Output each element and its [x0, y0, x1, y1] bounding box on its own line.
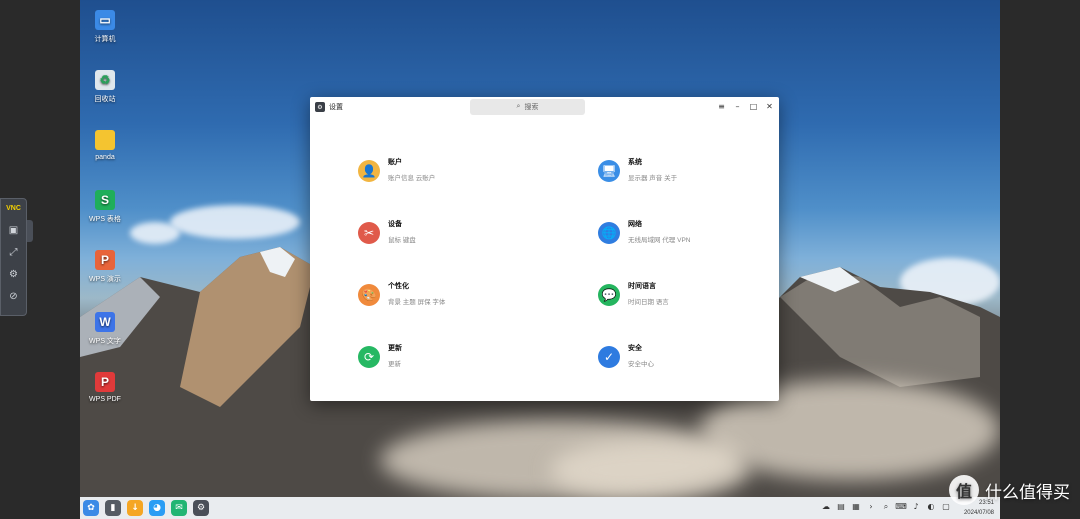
category-update[interactable]: ⟳ 更新 更新 — [358, 343, 558, 383]
system-icon: 🖥 — [598, 160, 620, 182]
desktop-icon-wps-pdf[interactable]: P WPS PDF — [75, 372, 135, 403]
volume-icon[interactable]: ♪ — [910, 502, 922, 511]
app-store-icon[interactable]: ↓ — [127, 500, 143, 516]
start-menu-icon[interactable]: ✿ — [83, 500, 99, 516]
account-icon: 👤 — [358, 160, 380, 182]
minimize-button[interactable]: – — [731, 100, 744, 113]
clipboard-icon[interactable]: ▤ — [835, 502, 847, 511]
category-subtitle: 安全中心 — [628, 361, 654, 368]
wps-writer-icon: W — [95, 312, 115, 332]
settings-window: ⚙ 设置 ⌕ 搜索 ≡ – □ ✕ 👤 账户账户信息 云账户 🖥 系统显示器 声音 关… — [310, 97, 779, 401]
settings-category-grid: 👤 账户账户信息 云账户 🖥 系统显示器 声音 关于 ✂ 设备鼠标 键盘 🌐 网络无线局域网 … — [310, 117, 779, 401]
wps-slides-icon: P — [95, 250, 115, 270]
menu-button[interactable]: ≡ — [715, 100, 728, 113]
chevron-right-icon[interactable]: › — [865, 502, 877, 511]
watermark-logo: 值 — [949, 475, 979, 505]
category-title: 账户 — [388, 159, 402, 166]
color-palette-icon[interactable]: ▦ — [850, 502, 862, 511]
category-title: 安全 — [628, 345, 642, 352]
desktop-icon-label: WPS 演示 — [89, 276, 121, 283]
device-icon: ✂ — [358, 222, 380, 244]
network-icon[interactable]: ◐ — [925, 502, 937, 511]
search-input[interactable]: ⌕ 搜索 — [470, 99, 585, 115]
category-subtitle: 显示器 声音 关于 — [628, 175, 678, 182]
category-subtitle: 账户信息 云账户 — [388, 175, 436, 182]
wps-sheets-icon: S — [95, 190, 115, 210]
disconnect-icon[interactable]: ⊘ — [1, 285, 26, 307]
category-system[interactable]: 🖥 系统显示器 声音 关于 — [598, 157, 798, 197]
desktop-icon-computer[interactable]: ▭ 计算机 — [75, 10, 135, 44]
category-device[interactable]: ✂ 设备鼠标 键盘 — [358, 219, 558, 259]
desktop-icon-wps-writer[interactable]: W WPS 文字 — [75, 312, 135, 346]
folder-icon — [95, 130, 115, 150]
personalize-icon: 🎨 — [358, 284, 380, 306]
category-security[interactable]: ✓ 安全安全中心 — [598, 343, 798, 383]
desktop-icon-label: WPS 文字 — [89, 338, 121, 345]
desktop-icon-wps-sheets[interactable]: S WPS 表格 — [75, 190, 135, 224]
mail-icon[interactable]: ✉ — [171, 500, 187, 516]
time-language-icon: 💬 — [598, 284, 620, 306]
category-subtitle: 更新 — [388, 361, 401, 368]
vnc-toolbar: VNC ▣ ⤢ ⚙ ⊘ — [0, 198, 27, 316]
desktop-icon-label: panda — [95, 154, 115, 161]
desktop-icon-label: 计算机 — [94, 36, 116, 43]
desktop-icon-label: 回收站 — [94, 96, 116, 103]
category-subtitle: 时间日期 语言 — [628, 299, 669, 306]
search-icon: ⌕ — [516, 103, 521, 110]
desktop-icon-trash[interactable]: ♻ 回收站 — [75, 70, 135, 104]
desktop-icon-label: WPS PDF — [89, 396, 121, 403]
vnc-toolbar-handle[interactable] — [27, 220, 33, 242]
category-title: 系统 — [628, 159, 642, 166]
security-icon: ✓ — [598, 346, 620, 368]
right-letterbox — [1000, 0, 1080, 519]
gear-icon[interactable]: ⚙ — [1, 263, 26, 285]
category-title: 网络 — [628, 221, 642, 228]
category-network[interactable]: 🌐 网络无线局域网 代理 VPN — [598, 219, 798, 259]
file-manager-icon[interactable]: ▮ — [105, 500, 121, 516]
category-account[interactable]: 👤 账户账户信息 云账户 — [358, 157, 558, 197]
taskbar: ✿ ▮ ↓ ◕ ✉ ⚙ ☁ ▤ ▦ › ⌕ ⌨ ♪ ◐ ▢ 23:51 2024/07/08 — [80, 497, 1000, 519]
desktop-icon-folder[interactable]: panda — [75, 130, 135, 161]
watermark: 值 什么值得买 — [949, 475, 1070, 505]
category-personalize[interactable]: 🎨 个性化背景 主题 屏保 字体 — [358, 281, 558, 321]
wps-pdf-icon: P — [95, 372, 115, 392]
window-titlebar[interactable]: ⚙ 设置 ⌕ 搜索 ≡ – □ ✕ — [310, 97, 779, 117]
category-title: 个性化 — [388, 283, 409, 290]
screen-icon[interactable]: ▣ — [1, 219, 26, 241]
category-subtitle: 鼠标 键盘 — [388, 237, 416, 244]
update-icon: ⟳ — [358, 346, 380, 368]
clock-date: 2024/07/08 — [963, 510, 994, 516]
search-placeholder: 搜索 — [524, 104, 539, 111]
category-subtitle: 背景 主题 屏保 字体 — [388, 299, 446, 306]
desktop-icon-label: WPS 表格 — [89, 216, 121, 223]
maximize-button[interactable]: □ — [747, 100, 760, 113]
trash-icon: ♻ — [95, 70, 115, 90]
category-title: 时间语言 — [628, 283, 656, 290]
vnc-logo: VNC — [6, 205, 21, 212]
settings-app-icon[interactable]: ⚙ — [193, 500, 209, 516]
category-title: 设备 — [388, 221, 402, 228]
window-title: 设置 — [329, 104, 343, 111]
settings-app-icon: ⚙ — [315, 102, 325, 112]
search-icon[interactable]: ⌕ — [880, 502, 892, 512]
computer-icon: ▭ — [95, 10, 115, 30]
screenshot-frame: ▭ 计算机 ♻ 回收站 panda S WPS 表格 P WPS 演示 W WPS 文字 P WPS P… — [0, 0, 1080, 519]
category-subtitle: 无线局域网 代理 VPN — [628, 237, 691, 244]
close-button[interactable]: ✕ — [763, 100, 776, 113]
watermark-text: 什么值得买 — [985, 482, 1070, 503]
category-title: 更新 — [388, 345, 402, 352]
scale-icon[interactable]: ⤢ — [1, 241, 26, 263]
desktop-icon-wps-slides[interactable]: P WPS 演示 — [75, 250, 135, 284]
keyboard-icon[interactable]: ⌨ — [895, 502, 907, 511]
network-icon: 🌐 — [598, 222, 620, 244]
category-time-language[interactable]: 💬 时间语言时间日期 语言 — [598, 281, 798, 321]
cloud-icon[interactable]: ☁ — [820, 502, 832, 511]
browser-icon[interactable]: ◕ — [149, 500, 165, 516]
